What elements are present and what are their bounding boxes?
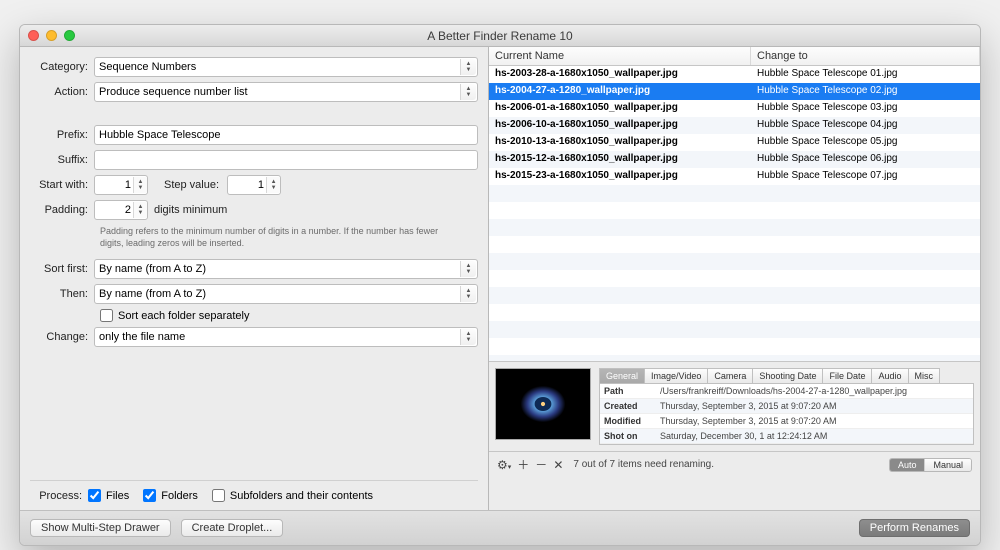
show-drawer-button[interactable]: Show Multi-Step Drawer — [30, 519, 171, 537]
folders-input[interactable] — [143, 489, 156, 502]
table-row-empty — [489, 185, 980, 202]
action-select[interactable]: Produce sequence number list — [94, 82, 478, 102]
subfolders-checkbox[interactable]: Subfolders and their contents — [212, 489, 373, 502]
preview-panel: Current Name Change to hs-2003-28-a-1680… — [489, 47, 980, 510]
meta-row: Path/Users/frankreiff/Downloads/hs-2004-… — [600, 384, 973, 399]
files-input[interactable] — [88, 489, 101, 502]
then-select[interactable]: By name (from A to Z) — [94, 284, 478, 304]
window-controls — [28, 30, 75, 41]
table-row-empty — [489, 338, 980, 355]
sort-each-input[interactable] — [100, 309, 113, 322]
tab-general[interactable]: General — [599, 368, 645, 383]
meta-row: CreatedThursday, September 3, 2015 at 9:… — [600, 399, 973, 414]
action-label: Action: — [30, 86, 94, 98]
table-row[interactable]: hs-2004-27-a-1280_wallpaper.jpgHubble Sp… — [489, 83, 980, 100]
table-row-empty — [489, 219, 980, 236]
sort-each-label: Sort each folder separately — [118, 310, 249, 322]
table-row[interactable]: hs-2006-01-a-1680x1050_wallpaper.jpgHubb… — [489, 100, 980, 117]
startwith-stepper[interactable] — [94, 175, 148, 195]
table-row[interactable]: hs-2003-28-a-1680x1050_wallpaper.jpgHubb… — [489, 66, 980, 83]
tab-audio[interactable]: Audio — [871, 368, 908, 383]
table-row-empty — [489, 355, 980, 362]
nebula-icon — [508, 377, 578, 431]
gear-icon[interactable]: ⚙▾ — [497, 458, 511, 472]
status-bar: ⚙▾ ＋ － ✕ 7 out of 7 items need renaming.… — [489, 452, 980, 477]
image-preview[interactable] — [495, 368, 591, 440]
table-row[interactable]: hs-2006-10-a-1680x1050_wallpaper.jpgHubb… — [489, 117, 980, 134]
folders-checkbox[interactable]: Folders — [143, 489, 198, 502]
col-change-to[interactable]: Change to — [751, 47, 980, 65]
tab-image-video[interactable]: Image/Video — [644, 368, 708, 383]
sortfirst-label: Sort first: — [30, 263, 94, 275]
table-row-empty — [489, 287, 980, 304]
stepvalue-stepper[interactable] — [227, 175, 281, 195]
change-label: Change: — [30, 331, 94, 343]
then-label: Then: — [30, 288, 94, 300]
tab-shooting-date[interactable]: Shooting Date — [752, 368, 823, 383]
detail-pane: GeneralImage/VideoCameraShooting DateFil… — [489, 362, 980, 452]
padding-stepper[interactable] — [94, 200, 148, 220]
padding-help-text: Padding refers to the minimum number of … — [100, 225, 450, 249]
table-row-empty — [489, 202, 980, 219]
table-row-empty — [489, 321, 980, 338]
settings-panel: Category: Sequence Numbers ▲▼ Action: Pr… — [20, 47, 489, 510]
minimize-icon[interactable] — [46, 30, 57, 41]
subfolders-input[interactable] — [212, 489, 225, 502]
clear-icon[interactable]: ✕ — [553, 458, 563, 472]
tab-file-date[interactable]: File Date — [822, 368, 872, 383]
process-label: Process: — [30, 490, 88, 502]
auto-manual-segment: Auto Manual — [889, 458, 972, 472]
detail-tabs: GeneralImage/VideoCameraShooting DateFil… — [599, 368, 974, 383]
table-row[interactable]: hs-2015-23-a-1680x1050_wallpaper.jpgHubb… — [489, 168, 980, 185]
metadata-table: Path/Users/frankreiff/Downloads/hs-2004-… — [599, 383, 974, 445]
category-label: Category: — [30, 61, 94, 73]
meta-row: ModifiedThursday, September 3, 2015 at 9… — [600, 414, 973, 429]
sort-each-checkbox[interactable]: Sort each folder separately — [100, 309, 249, 322]
padding-label: Padding: — [30, 204, 94, 216]
category-select[interactable]: Sequence Numbers — [94, 57, 478, 77]
zoom-icon[interactable] — [64, 30, 75, 41]
create-droplet-button[interactable]: Create Droplet... — [181, 519, 284, 537]
seg-auto[interactable]: Auto — [890, 459, 926, 471]
table-row[interactable]: hs-2010-13-a-1680x1050_wallpaper.jpgHubb… — [489, 134, 980, 151]
stepvalue-label: Step value: — [148, 179, 227, 191]
folders-label: Folders — [161, 490, 198, 502]
suffix-label: Suffix: — [30, 154, 94, 166]
table-row-empty — [489, 304, 980, 321]
tab-camera[interactable]: Camera — [707, 368, 753, 383]
files-checkbox[interactable]: Files — [88, 489, 129, 502]
bottom-toolbar: Show Multi-Step Drawer Create Droplet...… — [20, 510, 980, 545]
app-window: A Better Finder Rename 10 Category: Sequ… — [19, 24, 981, 546]
rename-table[interactable]: hs-2003-28-a-1680x1050_wallpaper.jpgHubb… — [489, 66, 980, 362]
add-icon[interactable]: ＋ — [517, 456, 529, 473]
table-row-empty — [489, 236, 980, 253]
digits-min-label: digits minimum — [148, 204, 235, 216]
tab-misc[interactable]: Misc — [908, 368, 941, 383]
table-row[interactable]: hs-2015-12-a-1680x1050_wallpaper.jpgHubb… — [489, 151, 980, 168]
status-text: 7 out of 7 items need renaming. — [573, 459, 714, 470]
meta-row: Shot onSaturday, December 30, 1 at 12:24… — [600, 429, 973, 444]
prefix-input[interactable] — [94, 125, 478, 145]
startwith-label: Start with: — [30, 179, 94, 191]
change-select[interactable]: only the file name — [94, 327, 478, 347]
subfolders-label: Subfolders and their contents — [230, 490, 373, 502]
table-header: Current Name Change to — [489, 47, 980, 66]
remove-icon[interactable]: － — [535, 456, 547, 473]
table-row-empty — [489, 253, 980, 270]
sortfirst-select[interactable]: By name (from A to Z) — [94, 259, 478, 279]
titlebar[interactable]: A Better Finder Rename 10 — [20, 25, 980, 47]
files-label: Files — [106, 490, 129, 502]
close-icon[interactable] — [28, 30, 39, 41]
col-current-name[interactable]: Current Name — [489, 47, 751, 65]
table-row-empty — [489, 270, 980, 287]
window-title: A Better Finder Rename 10 — [20, 29, 980, 43]
prefix-label: Prefix: — [30, 129, 94, 141]
perform-renames-button[interactable]: Perform Renames — [859, 519, 970, 537]
suffix-input[interactable] — [94, 150, 478, 170]
seg-manual[interactable]: Manual — [925, 459, 971, 471]
